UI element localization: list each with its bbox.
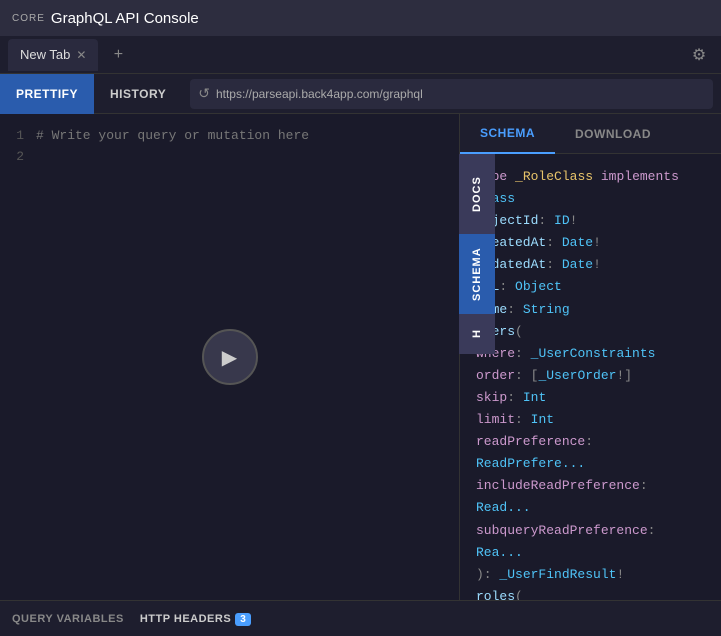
http-headers-badge: 3: [235, 613, 251, 626]
main-layout: 1 2 # Write your query or mutation here …: [0, 114, 721, 600]
app-title: GraphQL API Console: [51, 10, 199, 27]
schema-line-3: createdAt: Date!: [476, 232, 705, 254]
schema-line-4: updatedAt: Date!: [476, 254, 705, 276]
play-button[interactable]: ▶: [202, 329, 258, 385]
schema-line-1: type _RoleClass implements Class: [476, 166, 705, 210]
toolbar: PRETTIFY HISTORY ↺ https://parseapi.back…: [0, 74, 721, 114]
play-icon: ▶: [222, 345, 237, 370]
refresh-icon[interactable]: ↺: [198, 85, 210, 102]
schema-line-14: subqueryReadPreference: Rea...: [476, 520, 705, 564]
bottom-bar: QUERY VARIABLES HTTP HEADERS3: [0, 600, 721, 636]
tab-bar: New Tab ✕ + ⚙: [0, 36, 721, 74]
tab-label: New Tab: [20, 47, 70, 62]
schema-tab[interactable]: SCHEMA: [460, 114, 555, 154]
download-tab[interactable]: DOWNLOAD: [555, 114, 671, 154]
schema-line-16: roles(: [476, 586, 705, 600]
schema-line-12: readPreference: ReadPrefere...: [476, 431, 705, 475]
schema-line-2: objectId: ID!: [476, 210, 705, 232]
gear-icon[interactable]: ⚙: [685, 41, 713, 69]
schema-line-11: limit: Int: [476, 409, 705, 431]
schema-line-9: order: [_UserOrder!]: [476, 365, 705, 387]
url-bar: ↺ https://parseapi.back4app.com/graphql: [190, 79, 713, 109]
line-numbers: 1 2: [8, 126, 24, 588]
schema-line-7: users(: [476, 321, 705, 343]
schema-line-8: where: _UserConstraints: [476, 343, 705, 365]
schema-line-15: ): _UserFindResult!: [476, 564, 705, 586]
prettify-button[interactable]: PRETTIFY: [0, 74, 94, 114]
top-bar: CORE GraphQL API Console: [0, 0, 721, 36]
schema-line-10: skip: Int: [476, 387, 705, 409]
editor-pane: 1 2 # Write your query or mutation here …: [0, 114, 460, 600]
schema-line-5: ACL: Object: [476, 276, 705, 298]
http-headers-tab[interactable]: HTTP HEADERS3: [140, 613, 251, 625]
schema-line-13: includeReadPreference: Read...: [476, 475, 705, 519]
docs-tab[interactable]: DOCS: [459, 154, 495, 234]
schema-line-6: name: String: [476, 299, 705, 321]
h-tab[interactable]: H: [459, 314, 495, 354]
tab-new[interactable]: New Tab ✕: [8, 39, 98, 71]
url-display: https://parseapi.back4app.com/graphql: [216, 87, 705, 101]
tab-close-icon[interactable]: ✕: [76, 48, 86, 62]
editor-placeholder: # Write your query or mutation here: [36, 126, 309, 588]
core-label: CORE: [12, 13, 45, 24]
schema-header: SCHEMA DOWNLOAD: [460, 114, 721, 154]
schema-content: type _RoleClass implements Class objectI…: [460, 154, 721, 600]
tab-add-button[interactable]: +: [106, 43, 130, 67]
side-tabs: DOCS SCHEMA H: [459, 154, 495, 354]
schema-pane: SCHEMA DOWNLOAD type _RoleClass implemen…: [460, 114, 721, 600]
schema-side-tab[interactable]: SCHEMA: [459, 234, 495, 314]
query-variables-tab[interactable]: QUERY VARIABLES: [12, 613, 124, 625]
history-button[interactable]: HISTORY: [94, 74, 182, 114]
